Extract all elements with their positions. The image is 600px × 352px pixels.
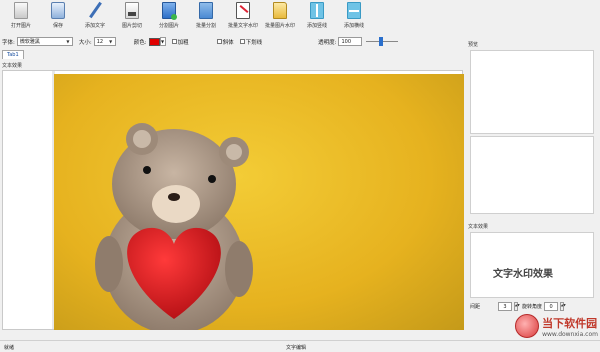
font-value: 微软雅黑 bbox=[19, 39, 40, 45]
toolbar-button-label: 批量文字水印 bbox=[227, 23, 258, 29]
toolbar-button-label: 打开图片 bbox=[10, 23, 31, 29]
tab-strip: Tab1 bbox=[2, 50, 24, 59]
chevron-down-icon: ▼ bbox=[109, 39, 113, 44]
toolbar-button-label: 保存 bbox=[52, 23, 63, 29]
canvas-subtitle: 文本效果 bbox=[2, 63, 23, 69]
effect-preview-text: 文字水印效果 bbox=[493, 269, 553, 280]
underline-checkbox[interactable] bbox=[239, 39, 245, 44]
teddy-bear-photo bbox=[54, 74, 464, 330]
spacing-stepper[interactable]: ▲▼ bbox=[514, 302, 520, 311]
site-watermark: 当下软件园 www.downxia.com bbox=[515, 314, 598, 338]
size-select[interactable]: 12 ▼ bbox=[93, 37, 116, 46]
add-text-icon bbox=[88, 2, 102, 19]
effect-section-label: 文本效果 bbox=[468, 224, 489, 230]
rotate-label: 旋转角度 bbox=[522, 304, 543, 310]
size-value: 12 bbox=[96, 38, 104, 45]
font-label: 字体: bbox=[2, 39, 15, 46]
batch-image-watermark-icon bbox=[273, 2, 287, 19]
italic-label: 斜体 bbox=[222, 39, 234, 46]
watermark-name: 当下软件园 bbox=[542, 316, 598, 330]
chevron-down-icon: ▼ bbox=[66, 39, 70, 44]
split-image-icon bbox=[162, 2, 177, 20]
status-middle: 文字编辑 bbox=[286, 345, 307, 351]
opacity-value: 100 bbox=[341, 38, 352, 45]
toolbar-button-label: 批量分割 bbox=[195, 23, 216, 29]
tab-1[interactable]: Tab1 bbox=[2, 50, 24, 59]
italic-option[interactable]: 斜体 bbox=[216, 38, 234, 46]
toolbar-button-2[interactable]: 添加文字 bbox=[78, 0, 112, 31]
slider-thumb[interactable] bbox=[379, 37, 384, 46]
toolbar-button-label: 分割图片 bbox=[158, 23, 179, 29]
editor-canvas[interactable] bbox=[2, 70, 464, 330]
toolbar-button-5[interactable]: 批量分割 bbox=[189, 0, 223, 31]
save-icon bbox=[51, 2, 65, 19]
toolbar: 打开图片 保存 添加文字 图片剪切 分割图片 批量分割 批量文字水印 批量图片水印 添加竖线 添加… bbox=[0, 0, 600, 31]
horizontal-line-icon bbox=[347, 2, 361, 19]
format-bar: 字体: 微软雅黑 ▼ 大小: 12 ▼ 颜色: ▼ 加粗 斜体 下划线 透明度:… bbox=[0, 35, 465, 48]
toolbar-button-8[interactable]: 添加竖线 bbox=[300, 0, 334, 31]
opacity-slider[interactable] bbox=[366, 37, 399, 46]
toolbar-button-6[interactable]: 批量文字水印 bbox=[226, 0, 260, 31]
site-logo-icon bbox=[515, 314, 540, 338]
font-select[interactable]: 微软雅黑 ▼ bbox=[16, 37, 73, 46]
toolbar-button-3[interactable]: 图片剪切 bbox=[115, 0, 149, 31]
toolbar-button-label: 添加横线 bbox=[343, 23, 364, 29]
vertical-line-icon bbox=[310, 2, 324, 19]
batch-text-watermark-icon bbox=[236, 2, 250, 19]
open-file-icon bbox=[14, 2, 28, 19]
bold-option[interactable]: 加粗 bbox=[171, 38, 189, 46]
crop-icon bbox=[125, 2, 139, 19]
right-panel: 预览 文本效果 文字水印效果 间距 3 ▲▼ 旋转角度 0 ▲▼ bbox=[466, 38, 598, 334]
effect-preview-box: 文字水印效果 bbox=[470, 232, 594, 298]
size-label: 大小: bbox=[78, 39, 92, 46]
preview-box-bottom bbox=[470, 136, 594, 214]
opacity-label: 透明度: bbox=[318, 39, 337, 46]
toolbar-button-0[interactable]: 打开图片 bbox=[4, 0, 38, 31]
batch-split-icon bbox=[199, 2, 213, 19]
toolbar-button-9[interactable]: 添加横线 bbox=[337, 0, 371, 31]
rotate-stepper[interactable]: ▲▼ bbox=[560, 302, 566, 311]
watermark-text: 当下软件园 www.downxia.com bbox=[542, 315, 598, 338]
color-dropdown-button[interactable]: ▼ bbox=[159, 37, 166, 46]
spacing-row: 间距 3 ▲▼ 旋转角度 0 ▲▼ bbox=[470, 302, 568, 311]
toolbar-button-7[interactable]: 批量图片水印 bbox=[263, 0, 297, 31]
underline-label: 下划线 bbox=[245, 39, 263, 46]
toolbar-button-label: 添加文字 bbox=[84, 23, 105, 29]
rotate-input[interactable]: 0 bbox=[544, 302, 559, 311]
color-label: 颜色: bbox=[133, 39, 147, 46]
status-bar: 就绪 文字编辑 bbox=[0, 340, 600, 352]
watermark-url: www.downxia.com bbox=[542, 330, 598, 338]
preview-section-label: 预览 bbox=[468, 42, 479, 48]
underline-option[interactable]: 下划线 bbox=[239, 38, 263, 46]
toolbar-button-label: 添加竖线 bbox=[306, 23, 327, 29]
italic-checkbox[interactable] bbox=[216, 39, 222, 44]
teddy-bear-illustration bbox=[95, 123, 253, 330]
toolbar-button-4[interactable]: 分割图片 bbox=[152, 0, 186, 31]
color-swatch[interactable] bbox=[148, 37, 160, 46]
spacing-label: 间距 bbox=[470, 304, 481, 310]
spacing-input[interactable]: 3 bbox=[498, 302, 513, 311]
opacity-input[interactable]: 100 bbox=[338, 37, 363, 46]
toolbar-button-1[interactable]: 保存 bbox=[41, 0, 75, 31]
status-left: 就绪 bbox=[4, 345, 15, 351]
toolbar-button-label: 批量图片水印 bbox=[264, 23, 295, 29]
bold-label: 加粗 bbox=[177, 39, 189, 46]
preview-box-top bbox=[470, 50, 594, 134]
bold-checkbox[interactable] bbox=[171, 39, 177, 44]
toolbar-button-label: 图片剪切 bbox=[121, 23, 142, 29]
